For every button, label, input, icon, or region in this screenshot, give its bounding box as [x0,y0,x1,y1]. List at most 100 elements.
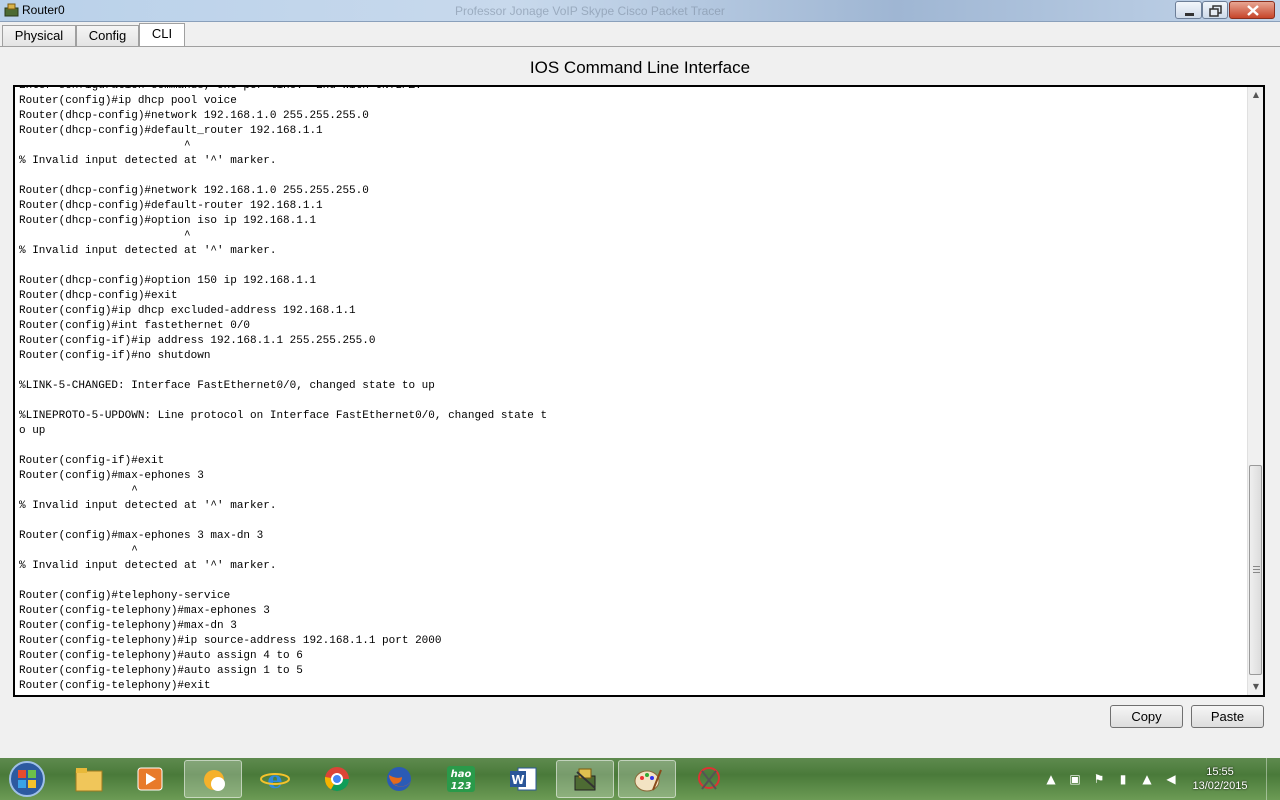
cli-line: Router(config)#int fastethernet 0/0 [19,320,251,332]
taskbar-chrome[interactable] [308,760,366,798]
taskbar-firefox[interactable] [370,760,428,798]
svg-text:hao: hao [451,769,472,780]
cli-line: Router(config-telephony)#auto assign 1 t… [19,665,303,677]
cli-cursor: | [118,695,125,697]
cli-line: Router(dhcp-config)#option iso ip 192.16… [19,215,317,227]
copy-button[interactable]: Copy [1110,705,1183,728]
cli-line [19,169,1244,184]
close-button[interactable] [1229,1,1275,19]
firefox-icon [387,767,411,791]
cli-line: Router(config-if)#no shutdown [19,350,211,362]
svg-text:e: e [267,765,282,793]
tab-cli[interactable]: CLI [139,23,185,47]
maximize-button[interactable] [1202,1,1228,19]
cli-line [19,439,1244,454]
clock-time: 15:55 [1206,766,1234,778]
wireless-icon[interactable]: ▲ [1140,772,1154,786]
cli-line: Router(dhcp-config)#exit [19,290,178,302]
cli-line: Router(config)#max-ephones 3 [19,470,204,482]
cli-line: % Invalid input detected at '^' marker. [19,500,277,512]
windows-start-icon [9,761,45,797]
scroll-up-arrow-icon[interactable]: ▲ [1248,87,1263,103]
cli-console[interactable]: Enter configuration commands, one per li… [13,85,1265,697]
tab-config[interactable]: Config [76,25,139,47]
clock[interactable]: 15:55 13/02/2015 [1190,765,1250,793]
taskbar-paint[interactable] [618,760,676,798]
taskbar-internet-explorer[interactable]: e [246,760,304,798]
chrome-icon [325,767,349,792]
clock-date: 13/02/2015 [1192,780,1248,792]
cli-line [19,514,1244,529]
cli-line: Router(config-telephony)#max-dn 3 [19,620,237,632]
cli-line: Router(config-telephony)#ip source-addre… [19,635,442,647]
background-window-title: Professor Jonage VoIP Skype Cisco Packet… [455,4,725,18]
cli-line: Router(config-if)#exit [19,455,165,467]
window-title: Router0 [22,3,65,17]
cli-line: Router(config)#ip dhcp pool voice [19,95,237,107]
close-icon [1247,5,1259,16]
cli-output[interactable]: Enter configuration commands, one per li… [19,85,1244,697]
taskbar-word[interactable]: W [494,760,552,798]
cli-line: Router(config-if)#ip address 192.168.1.1… [19,335,376,347]
cli-line: Router(config)#ip dhcp excluded-address … [19,305,356,317]
cli-line: Router(config)#telephony-service [19,590,231,602]
media-player-icon [137,767,163,791]
cli-line: Router(config-telephony)#max-ephones 3 [19,605,270,617]
cli-line [19,259,1244,274]
cli-line [19,364,1244,379]
hao123-icon: hao 123 [447,766,475,792]
taskbar-media-player[interactable] [121,760,179,798]
network-icon[interactable]: ▣ [1068,772,1082,786]
cli-line: % Invalid input detected at '^' marker. [19,155,277,167]
scroll-thumb[interactable] [1249,465,1262,675]
title-bar[interactable]: Router0 Professor Jonage VoIP Skype Cisc… [0,0,1280,22]
cli-line: ^ [19,485,138,497]
cli-line: o up [19,425,46,437]
snipping-tool-icon [698,767,720,790]
cli-line: %LINEPROTO-5-UPDOWN: Line protocol on In… [19,410,548,422]
start-button[interactable] [2,759,52,799]
svg-text:123: 123 [451,781,472,792]
cli-line [19,574,1244,589]
cli-line [19,394,1244,409]
cli-line: % Invalid input detected at '^' marker. [19,245,277,257]
scroll-down-arrow-icon[interactable]: ▼ [1248,679,1263,695]
minimize-button[interactable] [1175,1,1202,19]
cli-line: ^ [19,230,191,242]
packet-tracer-icon [574,768,596,791]
word-icon: W [510,767,537,791]
svg-text:W: W [511,773,524,787]
minimize-icon [1185,13,1194,16]
cli-line: Router(config)#| [19,694,1244,697]
grip-icon [1253,566,1260,573]
cli-line: Enter configuration commands, one per li… [19,85,422,92]
weather-gadget-icon [204,770,225,791]
taskbar-packet-tracer[interactable] [556,760,614,798]
action-center-icon[interactable]: ⚑ [1092,772,1106,786]
cli-line: %LINK-5-CHANGED: Interface FastEthernet0… [19,380,435,392]
cli-line: ^ [19,545,138,557]
volume-icon[interactable]: ◀ [1164,772,1178,786]
show-desktop-button[interactable] [1266,758,1280,800]
restore-icon [1209,5,1222,17]
cli-line: Router(config)#max-ephones 3 max-dn 3 [19,530,264,542]
cli-line: Router(dhcp-config)#default-router 192.1… [19,200,323,212]
router-window: Physical Config CLI IOS Command Line Int… [0,22,1280,758]
taskbar-snipping-tool[interactable] [680,760,738,798]
battery-icon[interactable]: ▮ [1116,772,1130,786]
cli-line: Router(dhcp-config)#network 192.168.1.0 … [19,110,369,122]
router-app-icon [4,3,19,17]
taskbar: e hao 123 W ▲ ▣ ⚑ ▮ ▲ ◀ 15:55 13/02/2015 [0,758,1280,800]
taskbar-hao123[interactable]: hao 123 [432,760,490,798]
paint-icon [634,769,662,792]
console-scrollbar[interactable]: ▲ ▼ [1247,87,1263,695]
cli-line: Router(dhcp-config)#default_router 192.1… [19,125,323,137]
cli-line: Router(dhcp-config)#network 192.168.1.0 … [19,185,369,197]
internet-explorer-icon: e [260,765,290,793]
tab-physical[interactable]: Physical [2,25,76,47]
taskbar-weather[interactable] [184,760,242,798]
taskbar-explorer[interactable] [60,760,118,798]
show-hidden-icons-icon[interactable]: ▲ [1044,772,1058,786]
cli-line: Router(config-telephony)#auto assign 4 t… [19,650,303,662]
paste-button[interactable]: Paste [1191,705,1264,728]
